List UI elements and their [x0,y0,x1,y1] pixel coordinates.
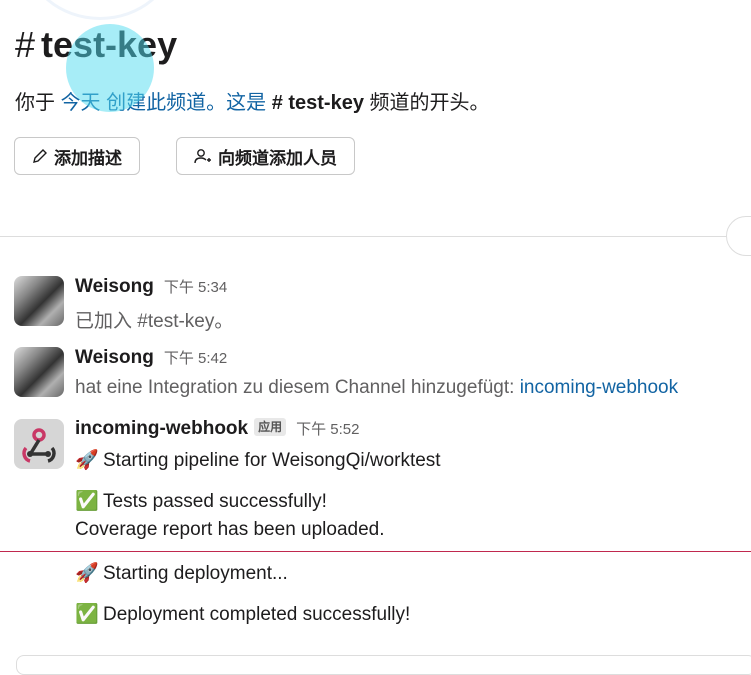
message-line: 🚀 Starting deployment... [75,563,288,584]
pencil-icon [33,149,47,163]
rocket-icon: 🚀 [75,563,99,584]
date-divider [0,236,730,237]
webhook-icon [22,428,56,463]
channel-ref[interactable]: # test-key [272,92,364,114]
integration-link[interactable]: incoming-webhook [520,377,678,398]
add-people-button[interactable]: 向频道添加人员 [176,137,355,175]
message-composer[interactable] [16,655,751,675]
app-badge: 应用 [254,418,287,436]
add-description-button[interactable]: 添加描述 [14,137,140,175]
message-line: ✅ Deployment completed successfully! [75,604,411,625]
message-text: hat eine Integration zu diesem Channel h… [75,377,679,398]
click-indicator [66,24,154,112]
message-author[interactable]: incoming-webhook 应用 下午 5:52 [75,418,360,440]
avatar[interactable] [14,347,64,397]
message-text: 已加入 #test-key。 [75,311,234,332]
new-messages-divider [0,551,751,552]
jump-button[interactable] [726,216,751,256]
message-line: ✅ Tests passed successfully! [75,491,327,512]
check-icon: ✅ [75,604,99,625]
message-line: 🚀 Starting pipeline for WeisongQi/worktes… [75,450,441,471]
message-author[interactable]: Weisong 下午 5:34 [75,276,227,298]
avatar[interactable] [14,276,64,326]
check-icon: ✅ [75,491,99,512]
rocket-icon: 🚀 [75,450,99,471]
timestamp[interactable]: 下午 5:52 [296,421,359,438]
avatar[interactable] [14,419,64,469]
timestamp[interactable]: 下午 5:34 [164,279,227,296]
add-user-icon [194,149,211,164]
message-author[interactable]: Weisong 下午 5:42 [75,347,227,369]
decorative-ring [25,0,175,20]
timestamp[interactable]: 下午 5:42 [164,350,227,367]
message-line: Coverage report has been uploaded. [75,519,385,540]
